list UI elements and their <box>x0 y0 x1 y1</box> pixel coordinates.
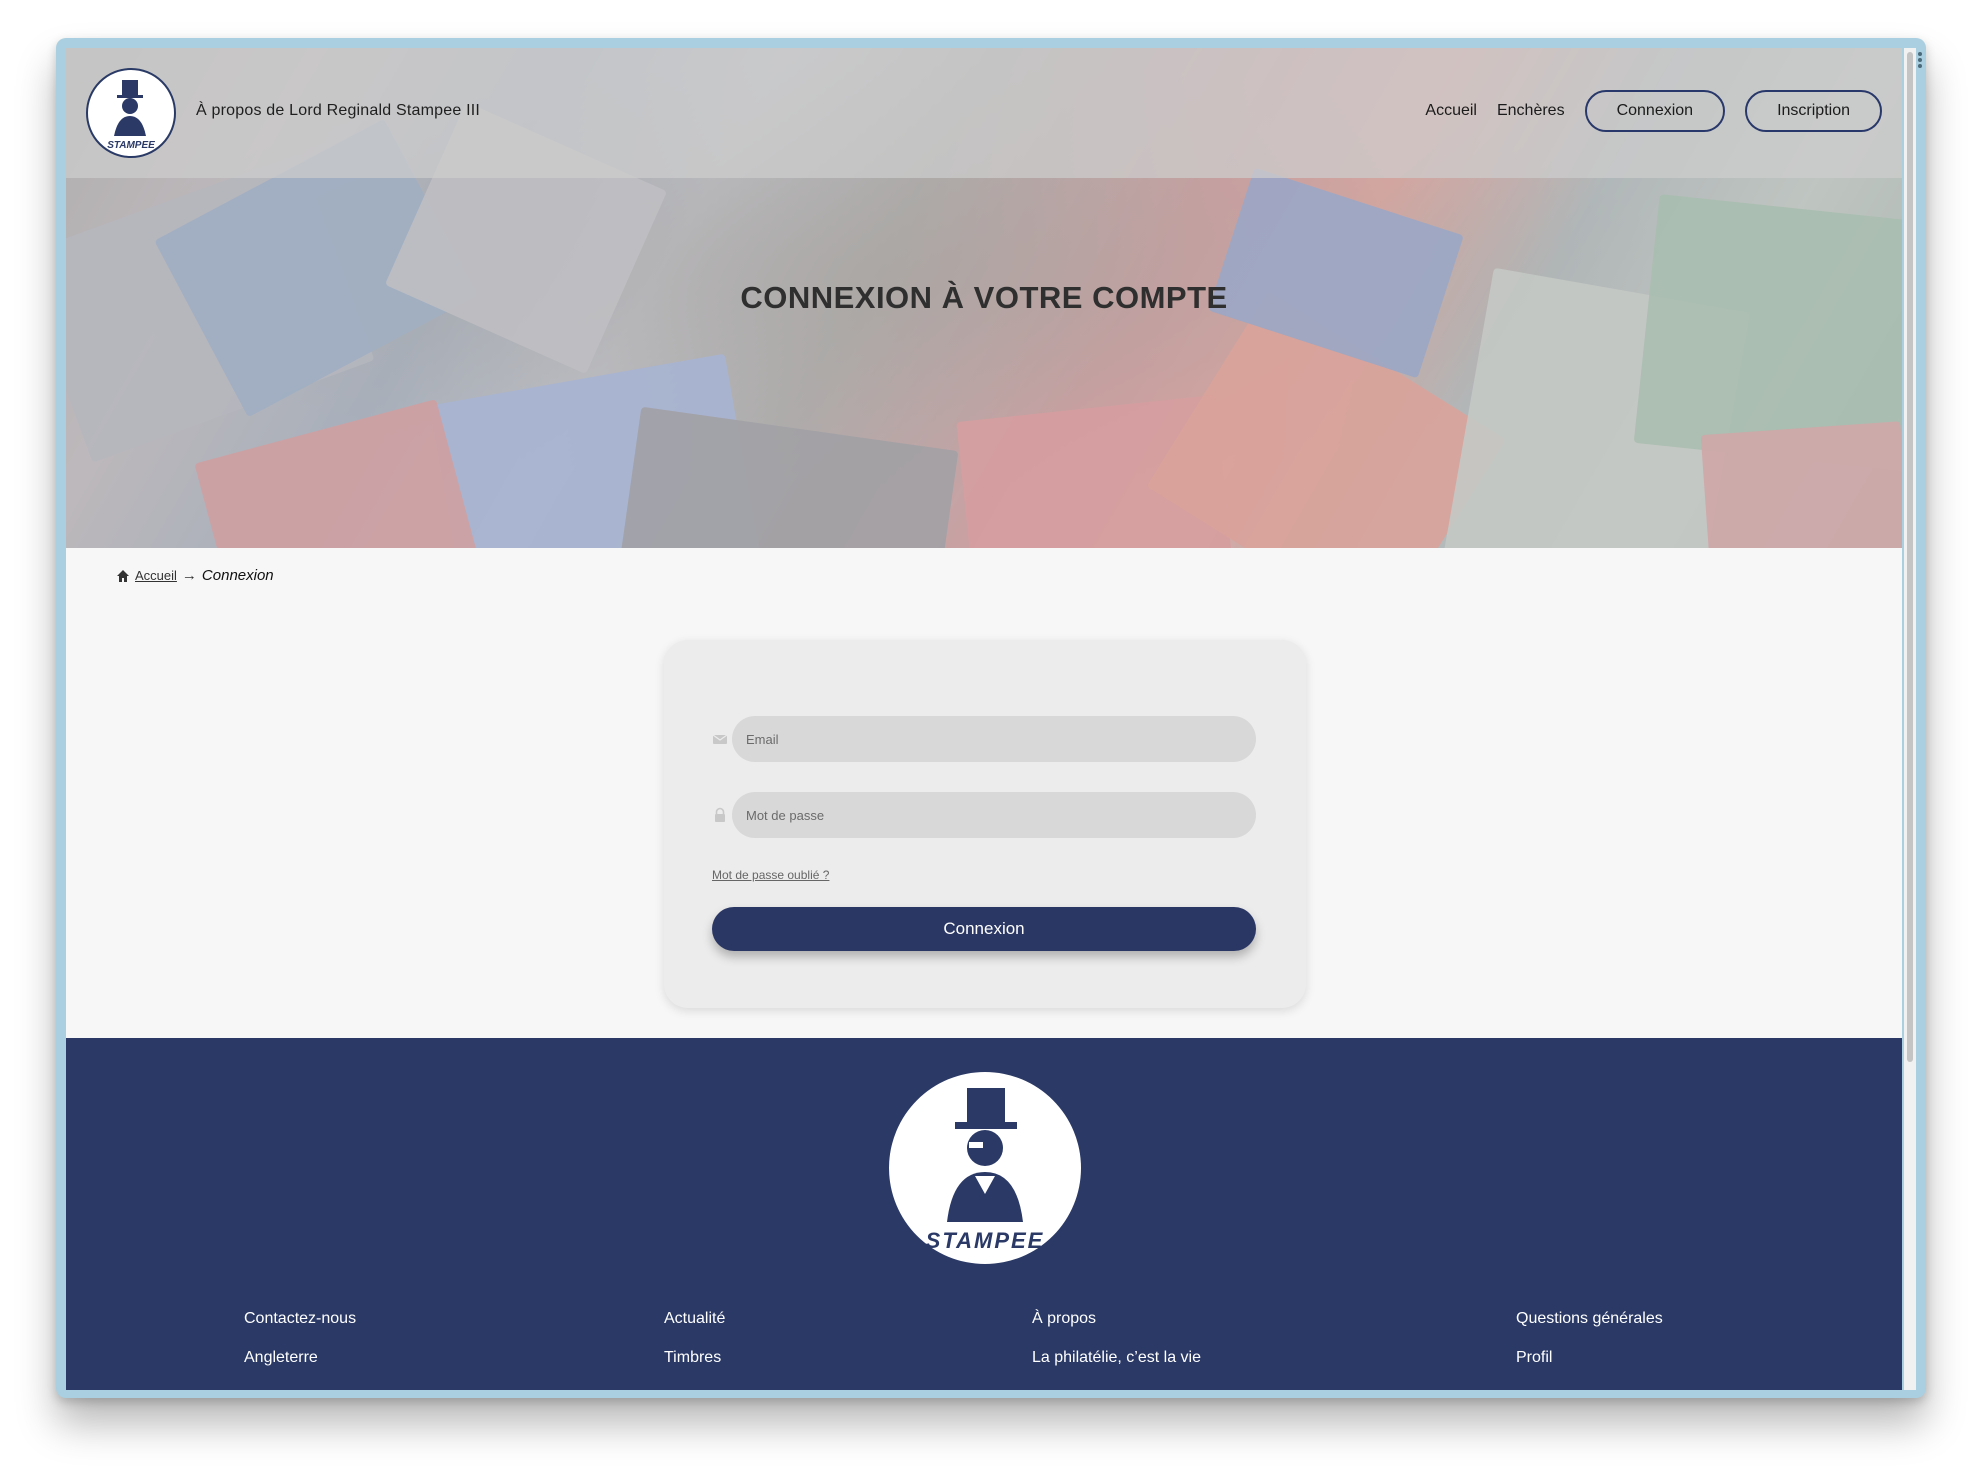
footer-column: Contactez-nous Angleterre <box>244 1310 356 1388</box>
home-icon <box>117 569 129 582</box>
footer-link-profile[interactable]: Profil <box>1516 1349 1663 1366</box>
about-link[interactable]: À propos de Lord Reginald Stampee III <box>196 102 480 120</box>
svg-text:STAMPEE: STAMPEE <box>926 1228 1045 1253</box>
submit-login-button[interactable]: Connexion <box>712 907 1256 951</box>
breadcrumb-current: Connexion <box>201 567 274 584</box>
arrow-right-icon: → <box>181 567 197 584</box>
signup-button[interactable]: Inscription <box>1745 90 1882 132</box>
footer-column: Actualité Timbres <box>664 1310 725 1388</box>
page-viewport: STAMPEE À propos de Lord Reginald Stampe… <box>66 48 1902 1390</box>
stampee-logo[interactable]: STAMPEE <box>86 68 176 158</box>
scrollbar-thumb[interactable] <box>1907 52 1913 1062</box>
vertical-scrollbar[interactable] <box>1904 48 1916 1390</box>
hero-banner: STAMPEE À propos de Lord Reginald Stampe… <box>66 48 1902 548</box>
password-row <box>712 792 1256 838</box>
footer-column: À propos La philatélie, c’est la vie <box>1032 1310 1201 1388</box>
nav-home[interactable]: Accueil <box>1425 102 1477 120</box>
footer-link-philately[interactable]: La philatélie, c’est la vie <box>1032 1349 1201 1366</box>
envelope-icon <box>712 734 728 744</box>
page-title: CONNEXION À VOTRE COMPTE <box>740 280 1228 315</box>
login-card: Mot de passe oublié ? Connexion <box>664 640 1306 1008</box>
footer-link-england[interactable]: Angleterre <box>244 1349 356 1366</box>
breadcrumb-home-link[interactable]: Accueil <box>135 568 177 583</box>
email-row <box>712 716 1256 762</box>
footer-column: Questions générales Profil <box>1516 1310 1663 1388</box>
login-button[interactable]: Connexion <box>1584 90 1726 132</box>
site-footer: STAMPEE Contactez-nous Angleterre Actual… <box>66 1038 1902 1390</box>
email-field[interactable] <box>732 716 1256 762</box>
lock-icon <box>715 807 725 822</box>
gentleman-logo-icon: STAMPEE <box>107 80 155 151</box>
nav-auctions[interactable]: Enchères <box>1497 102 1565 120</box>
footer-link-news[interactable]: Actualité <box>664 1310 725 1327</box>
password-field[interactable] <box>732 792 1256 838</box>
footer-link-stamps[interactable]: Timbres <box>664 1349 725 1366</box>
more-options-icon[interactable] <box>1918 52 1922 70</box>
main-nav: Accueil Enchères Connexion Inscription <box>1425 90 1882 132</box>
site-header: STAMPEE À propos de Lord Reginald Stampe… <box>66 48 1902 178</box>
footer-link-contact[interactable]: Contactez-nous <box>244 1310 356 1327</box>
forgot-password-link[interactable]: Mot de passe oublié ? <box>712 868 829 882</box>
gentleman-logo-icon: STAMPEE <box>926 1088 1045 1253</box>
footer-link-about[interactable]: À propos <box>1032 1310 1201 1327</box>
footer-logo[interactable]: STAMPEE <box>889 1072 1081 1264</box>
svg-text:STAMPEE: STAMPEE <box>107 140 155 151</box>
footer-link-faq[interactable]: Questions générales <box>1516 1310 1663 1327</box>
breadcrumb: Accueil → Connexion <box>116 567 274 584</box>
